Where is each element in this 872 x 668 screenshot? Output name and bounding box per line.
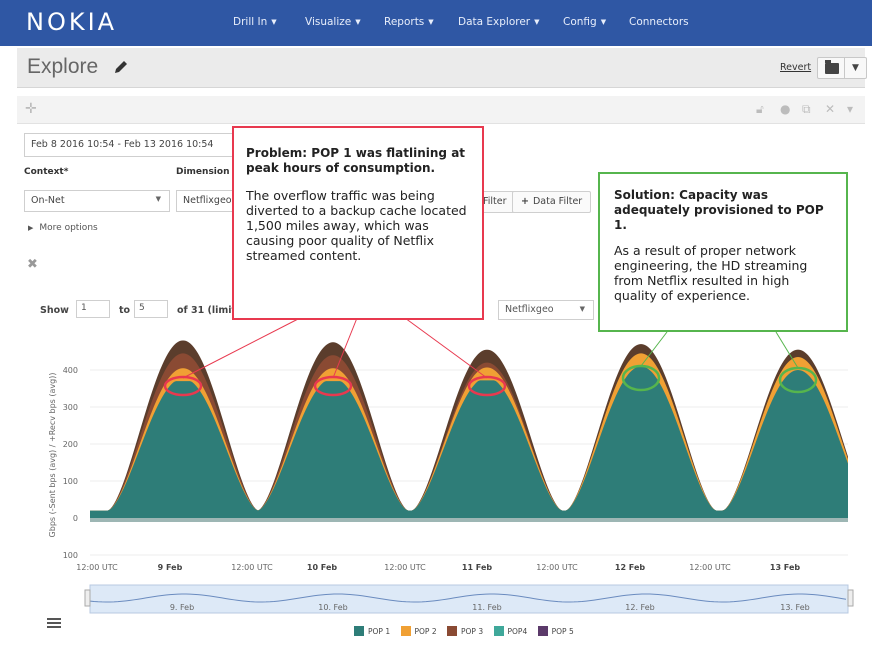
legend-label: POP 2	[414, 627, 437, 636]
sent-band	[90, 518, 848, 522]
problem-body: The overflow traffic was being diverted …	[246, 188, 467, 263]
y-tick-label: 400	[63, 366, 78, 375]
x-tick-label: 12:00 UTC	[231, 563, 273, 572]
legend-swatch	[354, 626, 364, 636]
legend-item[interactable]: POP 1	[354, 626, 390, 636]
navigator-band	[89, 584, 849, 614]
navigator-handle-left	[84, 589, 91, 607]
y-tick-label: 300	[63, 403, 78, 412]
problem-callout: Problem: POP 1 was flatlining at peak ho…	[232, 126, 484, 320]
app-window: NOKIA Drill In ▼ Visualize ▼ Reports ▼ Data…	[0, 0, 872, 668]
legend-swatch	[493, 626, 504, 636]
legend-swatch	[537, 626, 548, 636]
x-tick-label: 9 Feb	[158, 563, 183, 572]
x-tick-label: 12:00 UTC	[689, 563, 731, 572]
navigator-tick: 10. Feb	[318, 603, 347, 612]
solution-title: Solution: Capacity was adequately provis…	[614, 188, 824, 232]
problem-title: Problem: POP 1 was flatlining at peak ho…	[246, 146, 466, 175]
y-tick-label: 100	[63, 477, 78, 486]
problem-connector-line	[182, 317, 301, 379]
x-tick-label: 12:00 UTC	[384, 563, 426, 572]
solution-callout: Solution: Capacity was adequately provis…	[598, 172, 848, 332]
legend-swatch	[447, 626, 457, 636]
x-tick-label: 11 Feb	[462, 563, 492, 572]
navigator-tick: 12. Feb	[625, 603, 654, 612]
y-axis-label: Gbps (-Sent bps (avg) / +Recv bps (avg))	[48, 373, 57, 538]
chart-menu-icon[interactable]	[47, 618, 61, 628]
x-tick-label: 13 Feb	[770, 563, 800, 572]
navigator-tick: 9. Feb	[170, 603, 194, 612]
x-tick-label: 12 Feb	[615, 563, 645, 572]
legend-label: POP4	[507, 627, 528, 636]
x-tick-label: 12:00 UTC	[76, 563, 118, 572]
x-tick-label: 10 Feb	[307, 563, 337, 572]
legend-label: POP 1	[368, 627, 391, 636]
legend-label: POP 5	[551, 627, 574, 636]
traffic-chart: 400 300 200 100 0 100 Gbps (-Sent bps (avg) / …	[48, 317, 854, 614]
legend-label: POP 3	[461, 627, 484, 636]
y-tick-label: 200	[63, 440, 78, 449]
y-tick-label: 0	[73, 514, 78, 523]
chart-legend: POP 1 POP 2 POP 3 POP4 POP 5	[354, 626, 582, 638]
navigator-tick: 11. Feb	[472, 603, 501, 612]
x-tick-label: 12:00 UTC	[536, 563, 578, 572]
legend-item[interactable]: POP 2	[400, 626, 437, 636]
y-tick-label: 100	[63, 551, 78, 560]
legend-swatch	[400, 626, 411, 636]
legend-item[interactable]: POP 5	[537, 626, 574, 636]
navigator-handle-right	[847, 589, 854, 607]
legend-item[interactable]: POP 3	[447, 626, 483, 636]
legend-item[interactable]: POP4	[493, 626, 528, 636]
navigator-tick: 13. Feb	[780, 603, 809, 612]
problem-connector-line	[404, 317, 488, 379]
solution-body: As a result of proper network engineerin…	[614, 243, 808, 303]
